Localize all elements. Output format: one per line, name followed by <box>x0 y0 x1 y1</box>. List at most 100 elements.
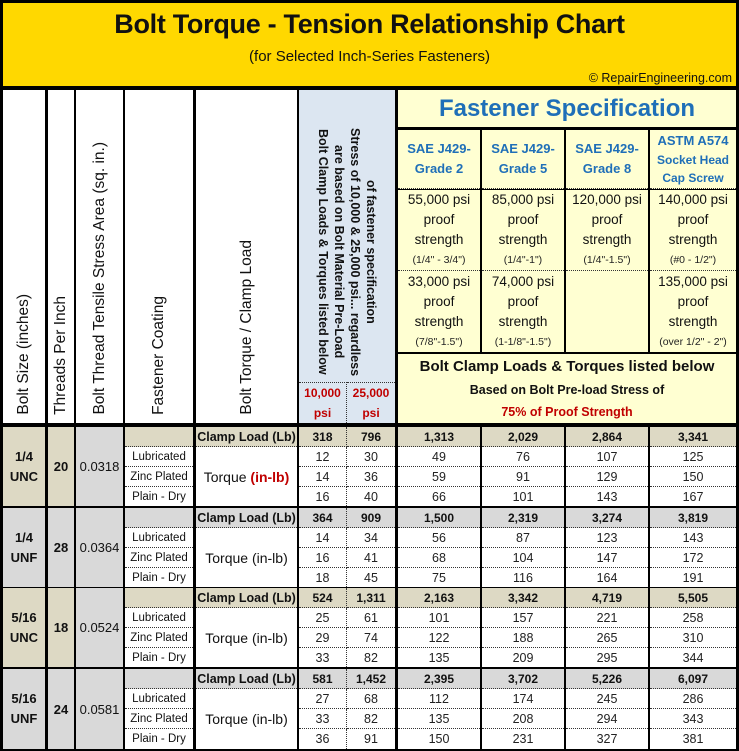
title-banner: Bolt Torque - Tension Relationship Chart… <box>3 3 736 86</box>
bolt-size-cell: 1/4 UNF <box>3 508 45 587</box>
torque-value: 74 <box>347 628 395 648</box>
torque-value: 82 <box>347 709 395 729</box>
torque-value: 135 <box>398 648 480 667</box>
torque-value: 172 <box>650 548 736 568</box>
bolt-size-cell: 5/16 UNF <box>3 669 45 749</box>
coating-blank-cell <box>125 508 193 528</box>
torque-value: 164 <box>566 568 648 587</box>
clamp-load-value: 909 <box>347 508 395 528</box>
torque-value: 295 <box>566 648 648 667</box>
preload-note: Bolt Clamp Loads & Torques listed below … <box>299 90 395 382</box>
torque-value: 76 <box>482 447 564 467</box>
torque-value: 29 <box>299 628 347 648</box>
coating-cell: Lubricated <box>125 528 193 548</box>
torque-value: 40 <box>347 487 395 506</box>
stress-area-cell: 0.0524 <box>76 588 123 667</box>
clamp-load-label: Clamp Load (Lb) <box>196 427 297 447</box>
torque-value: 107 <box>566 447 648 467</box>
coating-blank-cell <box>125 427 193 447</box>
clamp-load-value: 2,864 <box>566 427 648 447</box>
torque-value: 150 <box>650 467 736 487</box>
header-threads-per-inch: Threads Per Inch <box>48 90 74 423</box>
torque-value: 25 <box>299 608 347 628</box>
torque-label: Torque (in-lb) <box>196 528 297 587</box>
torque-value: 18 <box>299 568 347 587</box>
coating-cell: Plain - Dry <box>125 729 193 749</box>
torque-value: 56 <box>398 528 480 548</box>
torque-value: 258 <box>650 608 736 628</box>
clamp-load-value: 3,819 <box>650 508 736 528</box>
torque-value: 286 <box>650 689 736 709</box>
torque-value: 147 <box>566 548 648 568</box>
stress-area-cell: 0.0364 <box>76 508 123 587</box>
proof-strength-secondary: 135,000 psi proof strength (over 1/2" - … <box>650 271 736 352</box>
torque-value: 143 <box>566 487 648 506</box>
torque-value: 34 <box>347 528 395 548</box>
torque-label: Torque (in-lb) <box>196 447 297 506</box>
header-fastener-coating: Fastener Coating <box>125 90 193 423</box>
threads-per-inch-cell: 24 <box>48 669 74 749</box>
coating-cell: Plain - Dry <box>125 568 193 587</box>
torque-value: 16 <box>299 548 347 568</box>
spec-grade-1: SAE J429- Grade 5 <box>482 130 564 189</box>
torque-value: 68 <box>398 548 480 568</box>
torque-value: 343 <box>650 709 736 729</box>
stress-area-cell: 0.0581 <box>76 669 123 749</box>
torque-value: 112 <box>398 689 480 709</box>
proof-strength-primary: 140,000 psi proof strength (#0 - 1/2") <box>650 190 736 271</box>
torque-value: 104 <box>482 548 564 568</box>
torque-value: 87 <box>482 528 564 548</box>
torque-value: 45 <box>347 568 395 587</box>
clamp-load-value: 318 <box>299 427 347 447</box>
torque-value: 12 <box>299 447 347 467</box>
torque-value: 14 <box>299 467 347 487</box>
clamp-load-label: Clamp Load (Lb) <box>196 588 297 608</box>
torque-value: 327 <box>566 729 648 749</box>
torque-label: Torque (in-lb) <box>196 689 297 749</box>
threads-per-inch-cell: 18 <box>48 588 74 667</box>
coating-blank-cell <box>125 588 193 608</box>
fastener-spec-title: Fastener Specification <box>398 90 736 127</box>
clamp-load-value: 5,505 <box>650 588 736 608</box>
proof-strength-secondary <box>566 271 648 352</box>
psi-25k-header: 25,000 psi <box>347 382 395 423</box>
threads-per-inch-cell: 28 <box>48 508 74 587</box>
clamp-load-value: 6,097 <box>650 669 736 689</box>
torque-value: 143 <box>650 528 736 548</box>
torque-label: Torque (in-lb) <box>196 608 297 667</box>
torque-value: 208 <box>482 709 564 729</box>
torque-value: 59 <box>398 467 480 487</box>
clamp-load-value: 1,452 <box>347 669 395 689</box>
page-title: Bolt Torque - Tension Relationship Chart <box>114 9 625 39</box>
torque-value: 30 <box>347 447 395 467</box>
clamp-load-value: 2,395 <box>398 669 480 689</box>
torque-value: 122 <box>398 628 480 648</box>
torque-value: 129 <box>566 467 648 487</box>
torque-value: 245 <box>566 689 648 709</box>
torque-value: 27 <box>299 689 347 709</box>
coating-blank-cell <box>125 669 193 689</box>
torque-value: 167 <box>650 487 736 506</box>
torque-value: 36 <box>347 467 395 487</box>
page-subtitle: (for Selected Inch-Series Fasteners) <box>249 48 490 65</box>
torque-value: 36 <box>299 729 347 749</box>
torque-value: 66 <box>398 487 480 506</box>
header-stress-area: Bolt Thread Tensile Stress Area (sq. in.… <box>76 90 123 423</box>
torque-value: 265 <box>566 628 648 648</box>
torque-value: 33 <box>299 648 347 667</box>
proof-strength-primary: 85,000 psi proof strength (1/4"-1") <box>482 190 564 271</box>
torque-value: 221 <box>566 608 648 628</box>
coating-cell: Plain - Dry <box>125 487 193 506</box>
preload-75-note: Bolt Clamp Loads & Torques listed below … <box>398 354 736 423</box>
header-torque-clamp: Bolt Torque / Clamp Load <box>196 90 297 423</box>
clamp-load-value: 796 <box>347 427 395 447</box>
torque-value: 14 <box>299 528 347 548</box>
bolt-size-cell: 5/16 UNC <box>3 588 45 667</box>
torque-value: 33 <box>299 709 347 729</box>
clamp-load-value: 4,719 <box>566 588 648 608</box>
torque-value: 68 <box>347 689 395 709</box>
clamp-load-value: 581 <box>299 669 347 689</box>
clamp-load-value: 524 <box>299 588 347 608</box>
psi-10k-header: 10,000 psi <box>299 382 347 423</box>
clamp-load-value: 3,274 <box>566 508 648 528</box>
